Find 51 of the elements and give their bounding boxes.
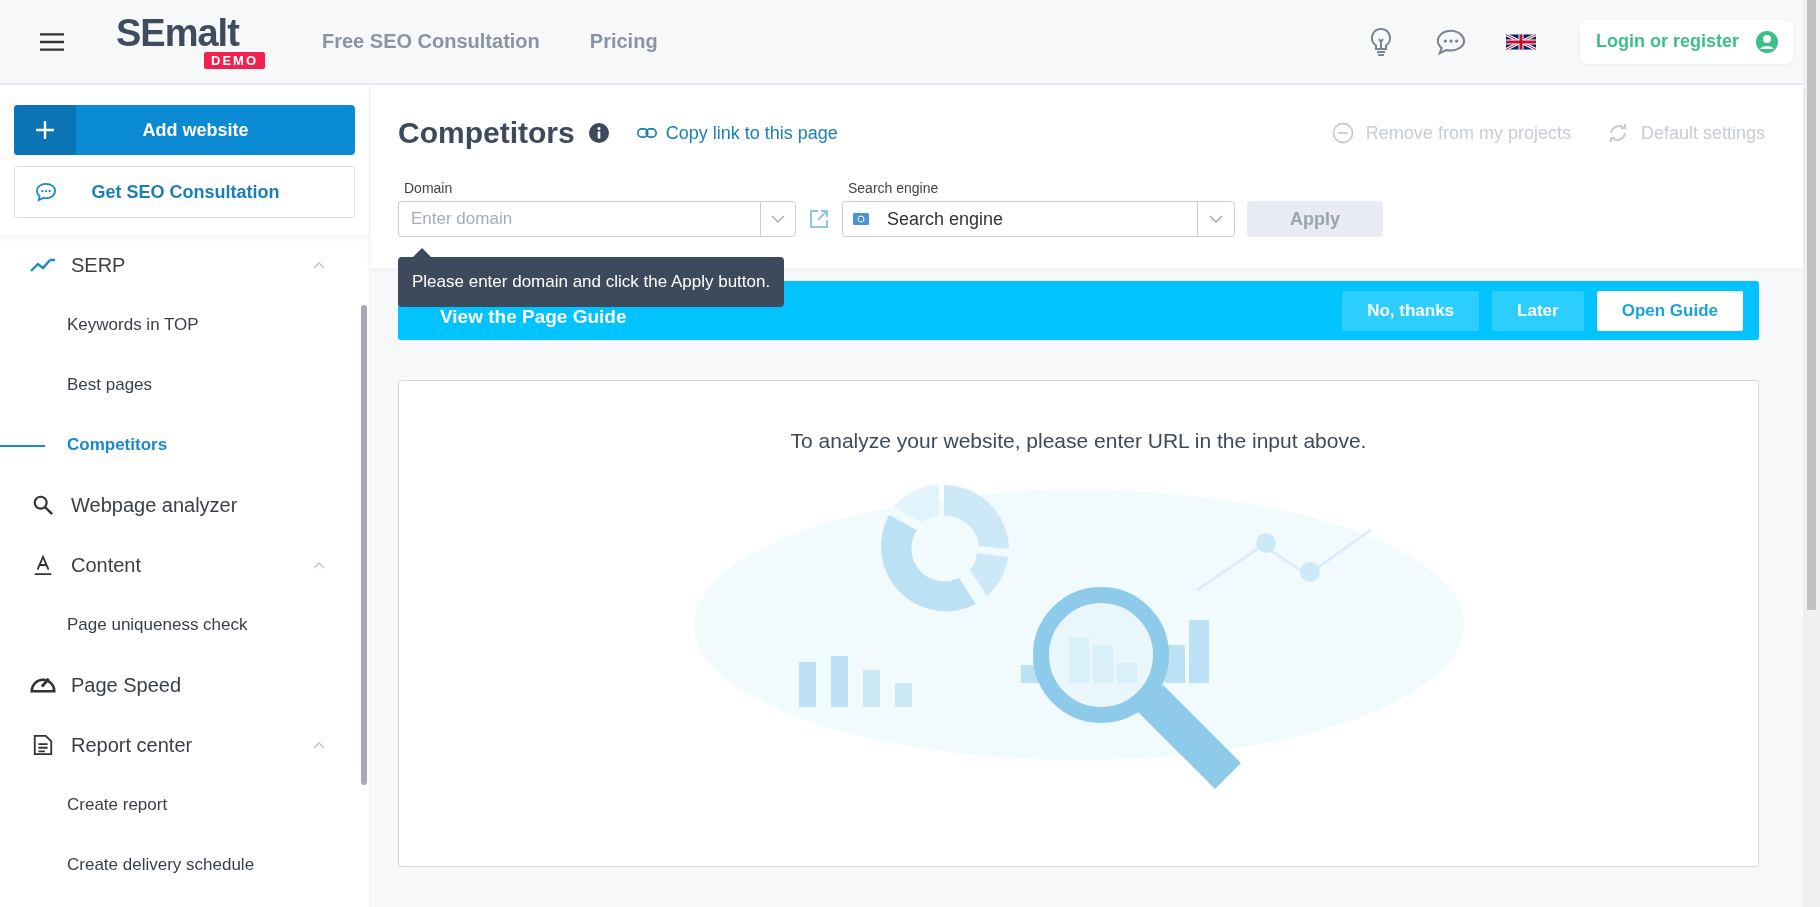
sidebar-item-label: Webpage analyzer xyxy=(71,493,238,517)
demo-badge: DEMO xyxy=(204,51,265,69)
sidebar-subitem[interactable]: Competitors xyxy=(0,415,369,475)
chevron-icon[interactable] xyxy=(313,561,325,569)
login-button[interactable]: Login or register xyxy=(1580,19,1793,64)
tooltip: Please enter domain and click the Apply button. xyxy=(398,257,785,307)
globe-flag-icon xyxy=(853,213,869,225)
add-website-button[interactable]: Add website xyxy=(14,105,355,155)
copy-link[interactable]: Copy link to this page xyxy=(636,122,838,144)
guide-button[interactable]: Open Guide xyxy=(1596,290,1743,331)
field-label: Domain xyxy=(403,180,454,196)
nav-link[interactable]: Pricing xyxy=(589,30,658,53)
user-icon xyxy=(1755,29,1779,54)
sidebar-subitem[interactable]: Create report xyxy=(0,775,369,835)
seo-consultation-button[interactable]: Get SEO Consultation xyxy=(14,166,355,218)
nav-link[interactable]: Free SEO Consultation xyxy=(322,30,540,53)
link-icon xyxy=(636,128,657,138)
uk-flag-icon[interactable] xyxy=(1506,33,1536,50)
search-engine-select[interactable]: Search engine xyxy=(842,201,1235,237)
empty-state-message: To analyze your website, please enter URL in the input above. xyxy=(790,429,1367,453)
chevron-icon[interactable] xyxy=(313,741,325,749)
sidebar-subitem[interactable]: Keywords in TOP xyxy=(0,295,369,355)
speedometer-icon xyxy=(30,677,56,693)
chevron-icon[interactable] xyxy=(313,261,325,269)
page-title: Competitors xyxy=(398,116,575,150)
sidebar-item[interactable]: SERP xyxy=(0,235,369,295)
sidebar-subitem[interactable]: Page uniqueness check xyxy=(0,595,369,655)
sidebar-item[interactable]: Content xyxy=(0,535,369,595)
sidebar-item-label: Content xyxy=(71,553,142,577)
caret-icon xyxy=(771,215,785,223)
sidebar-item-label: Page Speed xyxy=(71,673,182,697)
sidebar-item-label: SERP xyxy=(71,253,126,277)
caret-icon xyxy=(1209,215,1223,223)
dropdown-button[interactable] xyxy=(760,201,796,237)
external-link-icon[interactable] xyxy=(808,208,830,230)
minus-circle-icon xyxy=(1331,122,1354,144)
sidebar-item[interactable]: Report center xyxy=(0,715,369,775)
field-label: Search engine xyxy=(847,180,940,196)
sidebar-item-label: Report center xyxy=(71,733,193,757)
sidebar-subitem[interactable]: Best pages xyxy=(0,355,369,415)
plus-icon xyxy=(35,120,55,140)
page-scrollbar[interactable] xyxy=(1803,0,1820,907)
sidebar-item[interactable]: Webpage analyzer xyxy=(0,475,369,535)
info-icon[interactable] xyxy=(588,123,609,143)
chat-icon xyxy=(35,182,57,202)
guide-title: View the Page Guide xyxy=(440,304,627,328)
sidebar-subitem[interactable]: Create delivery schedule xyxy=(0,835,369,895)
sidebar-item[interactable]: Page Speed xyxy=(0,655,369,715)
scrollbar-thumb[interactable] xyxy=(361,305,367,785)
menu-icon[interactable] xyxy=(40,32,64,51)
domain-input[interactable]: Enter domain xyxy=(398,201,760,237)
